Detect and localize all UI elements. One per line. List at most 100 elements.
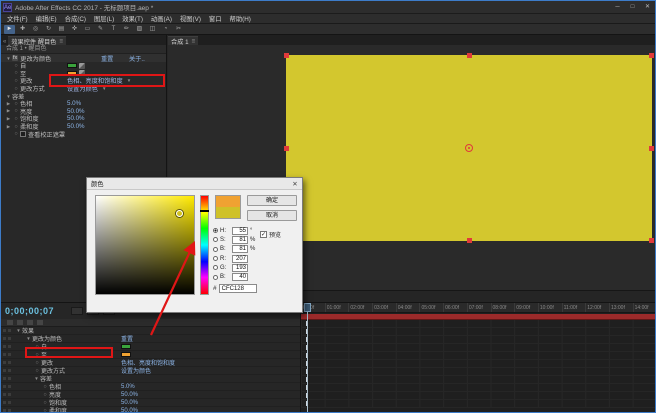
stopwatch-icon[interactable]: ○ <box>12 108 20 114</box>
field-value[interactable]: 207 <box>232 255 248 263</box>
twirl-icon[interactable]: ▼ <box>33 376 40 381</box>
minimize-button[interactable]: ─ <box>610 1 625 13</box>
stopwatch-icon[interactable]: ○ <box>12 101 20 107</box>
eraser-tool-icon[interactable]: ◫ <box>147 25 158 34</box>
puppet-tool-icon[interactable]: ✂ <box>173 25 184 34</box>
brush-tool-icon[interactable]: ✏ <box>121 25 132 34</box>
stopwatch-icon[interactable]: ○ <box>33 368 41 374</box>
stopwatch-icon[interactable]: ○ <box>33 360 41 366</box>
track-row[interactable] <box>301 328 656 336</box>
stopwatch-icon[interactable]: ○ <box>41 408 49 413</box>
panel-menu-icon[interactable]: ≡ <box>59 38 63 45</box>
track-row[interactable] <box>301 392 656 400</box>
radio-G[interactable] <box>213 265 218 270</box>
from-color-swatch[interactable] <box>67 63 77 68</box>
mask-shape-tool-icon[interactable]: ▭ <box>82 25 93 34</box>
cti-handle[interactable] <box>304 303 311 312</box>
selection-handle[interactable] <box>649 53 654 58</box>
tl-row-hue[interactable]: ○ 色相 5.0% <box>1 383 300 391</box>
preview-checkbox[interactable]: ✓ <box>260 231 267 238</box>
field-value[interactable]: 81 <box>232 245 248 253</box>
track-row[interactable] <box>301 384 656 392</box>
rotate-tool-icon[interactable]: ↻ <box>43 25 54 34</box>
to-color-swatch[interactable] <box>121 352 131 357</box>
stopwatch-icon[interactable]: ○ <box>12 63 20 69</box>
hue-slider[interactable] <box>200 195 209 295</box>
selection-handle[interactable] <box>649 146 654 151</box>
hue-value[interactable]: 5.0% <box>121 384 135 390</box>
track-row[interactable] <box>301 344 656 352</box>
menu-item-8[interactable]: 帮助(H) <box>226 14 255 23</box>
stopwatch-icon[interactable]: ○ <box>12 70 20 76</box>
menu-item-4[interactable]: 效果(T) <box>118 14 147 23</box>
track-row[interactable] <box>301 336 656 344</box>
text-tool-icon[interactable]: T <box>108 25 119 34</box>
current-timecode[interactable]: 0;00;00;07 <box>5 306 54 316</box>
selection-tool-icon[interactable]: ► <box>4 25 15 34</box>
track-row[interactable] <box>301 352 656 360</box>
panel-menu-icon[interactable]: ≡ <box>192 38 196 45</box>
stopwatch-icon[interactable]: ○ <box>12 78 20 84</box>
selection-handle[interactable] <box>284 146 289 151</box>
stopwatch-icon[interactable]: ○ <box>12 124 20 130</box>
track-row[interactable] <box>301 368 656 376</box>
saturation-value[interactable]: 50.0% <box>67 115 85 122</box>
dialog-close-icon[interactable]: ✕ <box>288 180 302 188</box>
menu-item-1[interactable]: 编辑(E) <box>32 14 61 23</box>
tab-composition[interactable]: 合成 1 ≡ <box>168 36 198 45</box>
stopwatch-icon[interactable]: ○ <box>41 392 49 398</box>
menu-item-3[interactable]: 图层(L) <box>90 14 118 23</box>
radio-S[interactable] <box>213 237 218 242</box>
track-row[interactable] <box>301 400 656 408</box>
hex-input[interactable]: CFC128 <box>219 284 257 293</box>
camera-tool-icon[interactable]: ▤ <box>56 25 67 34</box>
radio-R[interactable] <box>213 256 218 261</box>
audio-icon[interactable] <box>17 320 23 325</box>
tl-row-tolerance[interactable]: ▼ 容差 <box>1 375 300 383</box>
color-cursor[interactable] <box>176 210 183 217</box>
twirl-icon[interactable]: ▶ <box>5 124 12 130</box>
maximize-button[interactable]: □ <box>625 1 640 13</box>
menu-item-5[interactable]: 动画(A) <box>147 14 176 23</box>
anchor-point-icon[interactable] <box>465 144 473 152</box>
twirl-icon[interactable]: ▼ <box>5 56 12 61</box>
twirl-icon[interactable]: ▼ <box>25 336 32 341</box>
stopwatch-icon[interactable]: ○ <box>33 352 41 358</box>
comp-stage[interactable] <box>286 55 652 241</box>
dialog-title-bar[interactable]: 颜色 ✕ <box>87 178 302 190</box>
menu-item-2[interactable]: 合成(C) <box>61 14 90 23</box>
pan-behind-tool-icon[interactable]: ✜ <box>69 25 80 34</box>
lightness-value[interactable]: 50.0% <box>121 392 138 398</box>
reset-link[interactable]: 重置 <box>121 334 133 343</box>
field-value[interactable]: 55 <box>232 227 248 235</box>
menu-item-7[interactable]: 窗口 <box>205 14 226 23</box>
hand-tool-icon[interactable]: ✚ <box>17 25 28 34</box>
to-color-swatch[interactable] <box>67 71 77 76</box>
twirl-icon[interactable]: ▶ <box>5 108 12 114</box>
menu-item-6[interactable]: 视图(V) <box>176 14 205 23</box>
stopwatch-icon[interactable]: ○ <box>12 131 20 137</box>
field-value[interactable]: 193 <box>232 264 248 272</box>
saturation-brightness-field[interactable] <box>95 195 195 295</box>
field-value[interactable]: 40 <box>232 273 248 281</box>
timeline-search-box[interactable] <box>71 307 83 315</box>
track-row[interactable] <box>301 376 656 384</box>
pen-tool-icon[interactable]: ✎ <box>95 25 106 34</box>
selection-handle[interactable] <box>649 238 654 243</box>
solo-icon[interactable] <box>27 320 33 325</box>
twirl-icon[interactable]: ▶ <box>5 101 12 107</box>
roto-brush-tool-icon[interactable]: ◔ <box>160 25 171 34</box>
selection-handle[interactable] <box>284 53 289 58</box>
eyedropper-icon[interactable] <box>79 70 85 76</box>
twirl-icon[interactable]: ▼ <box>5 94 12 99</box>
softness-value[interactable]: 50.0% <box>121 408 138 413</box>
hue-cursor[interactable] <box>200 210 209 212</box>
stopwatch-icon[interactable]: ○ <box>33 344 41 350</box>
tab-effect-controls[interactable]: 效果控件 醒目色 ≡ <box>8 36 66 45</box>
time-ruler[interactable]: 0:00f01:00f02:00f03:00f04:00f05:00f06:00… <box>301 303 656 313</box>
lightness-value[interactable]: 50.0% <box>67 108 85 115</box>
cancel-button[interactable]: 取消 <box>247 210 297 221</box>
ok-button[interactable]: 确定 <box>247 195 297 206</box>
view-matte-checkbox[interactable] <box>20 131 26 137</box>
twirl-icon[interactable]: ▼ <box>15 328 22 333</box>
